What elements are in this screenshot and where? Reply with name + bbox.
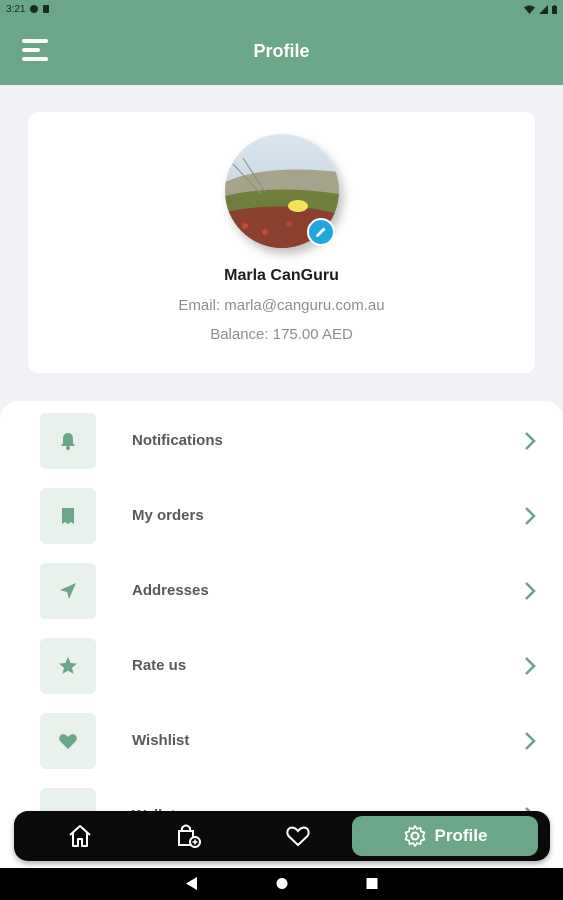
chevron-right-icon (525, 431, 536, 450)
menu-item-notifications[interactable]: Notifications (0, 403, 563, 478)
receipt-icon (62, 507, 74, 524)
back-icon[interactable] (186, 877, 198, 890)
menu-item-addresses[interactable]: Addresses (0, 553, 563, 628)
nav-orders-button[interactable] (171, 816, 207, 856)
bell-icon (61, 432, 75, 450)
menu-item-label: Wishlist (132, 732, 190, 749)
menu-item-wishlist[interactable]: Wishlist (0, 703, 563, 778)
menu-icon-tile (40, 562, 96, 619)
menu-icon-tile (40, 487, 96, 544)
menu-icon-tile (40, 712, 96, 769)
bottom-nav: Profile (14, 811, 550, 861)
system-nav-bar (0, 868, 563, 900)
avatar-container (224, 134, 339, 248)
wifi-icon (524, 5, 535, 14)
heart-icon (59, 733, 77, 749)
nav-home-button[interactable] (62, 816, 98, 856)
menu-item-my-orders[interactable]: My orders (0, 478, 563, 553)
star-icon (59, 656, 77, 674)
chevron-right-icon (525, 731, 536, 750)
menu-icon-tile (40, 637, 96, 694)
user-balance: Balance: 175.00 AED (210, 326, 353, 343)
status-bar: 3:21 (0, 0, 563, 18)
nav-profile-label: Profile (434, 826, 488, 845)
chevron-right-icon (525, 656, 536, 675)
home-icon (69, 825, 91, 847)
menu-item-label: My orders (132, 507, 204, 524)
location-arrow-icon (60, 582, 76, 599)
nav-profile-button[interactable]: Profile (352, 816, 538, 856)
notification-icon (30, 5, 39, 13)
heart-icon (286, 826, 310, 847)
menu-item-label: Addresses (132, 582, 209, 599)
hamburger-menu-icon[interactable] (22, 39, 48, 61)
pencil-icon (315, 227, 325, 237)
signal-icon (539, 4, 548, 14)
recents-icon[interactable] (366, 877, 378, 890)
user-email: Email: marla@canguru.com.au (178, 297, 385, 314)
menu-item-label: Notifications (132, 432, 223, 449)
menu-item-label: Rate us (132, 657, 187, 674)
battery-icon (552, 4, 557, 14)
profile-menu-list: Notifications My orders Addresses Rate u… (0, 401, 563, 871)
status-time: 3:21 (6, 3, 26, 15)
chevron-right-icon (525, 581, 536, 600)
user-name: Marla CanGuru (224, 267, 339, 284)
menu-item-rate-us[interactable]: Rate us (0, 628, 563, 703)
home-circle-icon[interactable] (276, 877, 288, 890)
edit-avatar-button[interactable] (306, 218, 335, 246)
app-bar: Profile (0, 18, 563, 85)
profile-card: Marla CanGuru Email: marla@canguru.com.a… (28, 112, 535, 373)
menu-icon-tile (40, 412, 96, 469)
page-title: Profile (253, 41, 310, 61)
gear-icon (404, 825, 425, 847)
sim-icon (43, 5, 50, 13)
nav-wishlist-button[interactable] (280, 816, 316, 856)
shopping-bag-icon (178, 824, 201, 848)
chevron-right-icon (525, 506, 536, 525)
